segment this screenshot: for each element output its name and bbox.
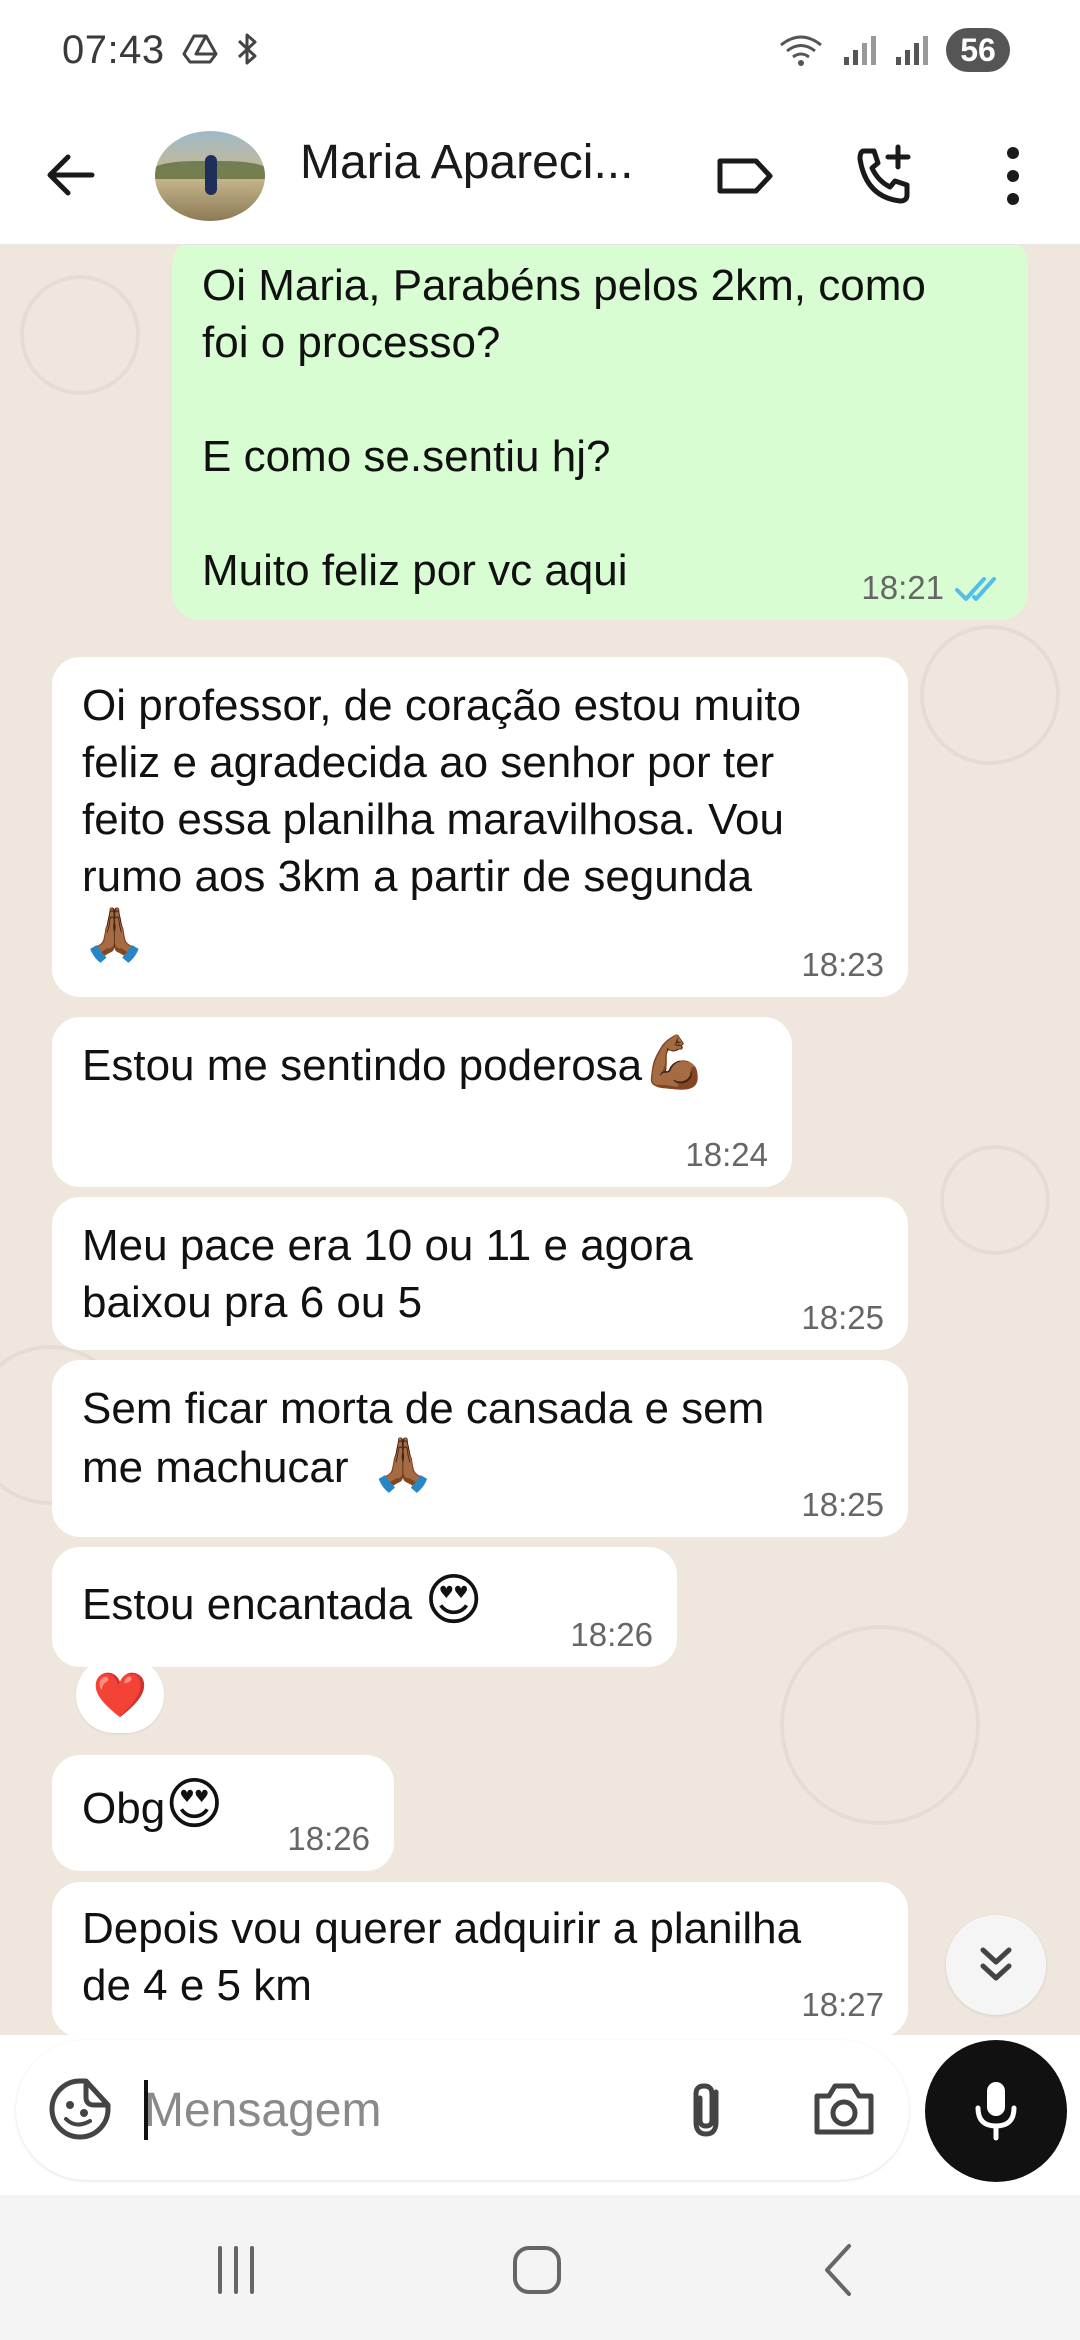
back-arrow-icon [47, 154, 95, 196]
message-bubble-incoming[interactable]: Depois vou querer adquirir a planilha de… [52, 1882, 908, 2035]
message-bubble-incoming[interactable]: Estou me sentindo poderosa💪🏾 18:24 [52, 1017, 792, 1187]
message-time: 18:25 [801, 1486, 884, 1523]
contact-name[interactable]: Maria Apareci... [300, 135, 633, 190]
double-chevron-down-icon [980, 1947, 1012, 1981]
attach-button[interactable] [676, 2076, 742, 2142]
message-bubble-incoming[interactable]: Estou encantada 😍 18:26 [52, 1547, 677, 1667]
heart-eyes-emoji: 😍 [424, 1568, 483, 1631]
message-time: 18:26 [570, 1616, 653, 1653]
message-text: Obg [82, 1784, 166, 1833]
message-text: Oi Maria, Parabéns pelos 2km, como foi o… [202, 261, 926, 595]
mic-icon [975, 2082, 1017, 2141]
reaction-badge[interactable]: ❤️ [76, 1657, 164, 1733]
more-options-button[interactable] [978, 141, 1048, 211]
wifi-icon [778, 33, 824, 67]
message-bubble-incoming[interactable]: Obg😍 18:26 [52, 1755, 394, 1871]
message-text: Estou encantada [82, 1580, 413, 1629]
message-text: Depois vou querer adquirir a planilha de… [82, 1904, 802, 2010]
flexed-biceps-emoji: 💪🏾 [642, 1034, 707, 1092]
signal-icon [842, 33, 876, 67]
avatar[interactable] [155, 131, 265, 221]
message-time: 18:27 [801, 1986, 884, 2023]
back-icon [825, 2244, 851, 2296]
chat-header: Maria Apareci... [0, 105, 1080, 245]
home-button[interactable] [497, 2235, 577, 2305]
camera-icon [814, 2083, 874, 2135]
label-icon [717, 158, 773, 194]
attach-icon [693, 2083, 719, 2137]
message-time: 18:24 [685, 1136, 768, 1173]
status-time: 07:43 [62, 28, 165, 72]
message-text: Estou me sentindo poderosa [82, 1041, 643, 1090]
text-caret [144, 2080, 148, 2140]
message-bubble-outgoing[interactable]: Oi Maria, Parabéns pelos 2km, como foi o… [172, 245, 1028, 620]
voice-message-button[interactable] [925, 2040, 1067, 2182]
camera-button[interactable] [811, 2078, 877, 2140]
drive-icon [182, 33, 218, 65]
bluetooth-icon [236, 32, 260, 66]
label-button[interactable] [710, 141, 780, 211]
add-call-button[interactable] [850, 141, 920, 211]
message-input[interactable] [144, 2070, 664, 2150]
back-button[interactable] [40, 143, 104, 207]
message-time: 18:26 [287, 1820, 370, 1857]
message-bubble-incoming[interactable]: Meu pace era 10 ou 11 e agora baixou pra… [52, 1197, 908, 1350]
add-call-icon [857, 144, 911, 204]
recent-apps-icon [218, 2246, 254, 2294]
red-heart-emoji: ❤️ [92, 1671, 148, 1720]
battery-indicator: 56 [946, 28, 1010, 72]
message-text: Oi professor, de coração estou muito fel… [82, 681, 802, 901]
message-bubble-incoming[interactable]: Sem ficar morta de cansada e sem me mach… [52, 1360, 908, 1537]
praying-hands-emoji: 🙏🏾 [370, 1436, 436, 1494]
message-bubble-incoming[interactable]: Oi professor, de coração estou muito fel… [52, 657, 908, 997]
system-nav-bar [0, 2195, 1080, 2340]
sticker-icon [49, 2078, 111, 2140]
praying-hands-emoji: 🙏🏾 [82, 906, 147, 964]
home-icon [513, 2246, 561, 2294]
heart-eyes-emoji: 😍 [165, 1772, 224, 1835]
signal-icon [894, 33, 928, 67]
message-composer [16, 2040, 909, 2180]
scroll-to-bottom-button[interactable] [946, 1915, 1046, 2015]
sticker-button[interactable] [46, 2075, 114, 2143]
recent-apps-button[interactable] [196, 2235, 276, 2305]
more-vert-icon [1007, 147, 1019, 205]
status-bar: 07:43 56 [0, 0, 1080, 105]
message-time: 18:21 [861, 569, 944, 606]
message-time: 18:23 [801, 946, 884, 983]
chat-area[interactable]: Oi Maria, Parabéns pelos 2km, como foi o… [0, 245, 1080, 2035]
message-text: Meu pace era 10 ou 11 e agora baixou pra… [82, 1221, 693, 1327]
message-time: 18:25 [801, 1299, 884, 1336]
system-back-button[interactable] [800, 2235, 880, 2305]
read-receipt-icon [954, 574, 1004, 604]
